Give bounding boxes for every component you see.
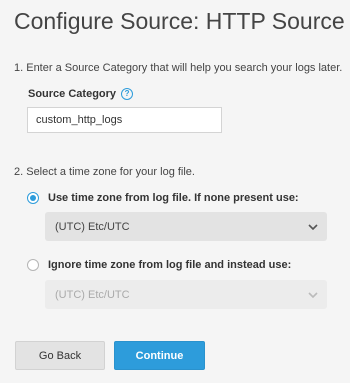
radio-selected-icon[interactable] (27, 192, 39, 204)
timezone-select-override[interactable]: (UTC) Etc/UTC (45, 280, 327, 309)
page-title: Configure Source: HTTP Source (14, 8, 345, 34)
timezone-option-override-label: Ignore time zone from log file and inste… (48, 259, 292, 271)
chevron-down-icon (308, 291, 318, 298)
help-icon[interactable]: ? (121, 88, 134, 100)
chevron-down-icon (308, 223, 318, 230)
timezone-select-override-value: (UTC) Etc/UTC (55, 288, 130, 301)
source-category-label-text: Source Category (28, 88, 117, 100)
source-category-label: Source Category ? (28, 88, 134, 100)
step2-instruction: 2. Select a time zone for your log file. (14, 166, 195, 178)
continue-button[interactable]: Continue (114, 341, 205, 370)
timezone-select-default[interactable]: (UTC) Etc/UTC (45, 212, 327, 241)
step1-instruction: 1. Enter a Source Category that will hel… (14, 62, 343, 74)
timezone-option-from-log-label: Use time zone from log file. If none pre… (48, 192, 299, 204)
timezone-option-from-log[interactable]: Use time zone from log file. If none pre… (27, 192, 299, 204)
timezone-option-override[interactable]: Ignore time zone from log file and inste… (27, 259, 291, 271)
timezone-select-default-value: (UTC) Etc/UTC (55, 220, 130, 233)
go-back-button[interactable]: Go Back (15, 341, 105, 370)
radio-unselected-icon[interactable] (27, 259, 39, 271)
source-category-input[interactable] (27, 107, 222, 133)
